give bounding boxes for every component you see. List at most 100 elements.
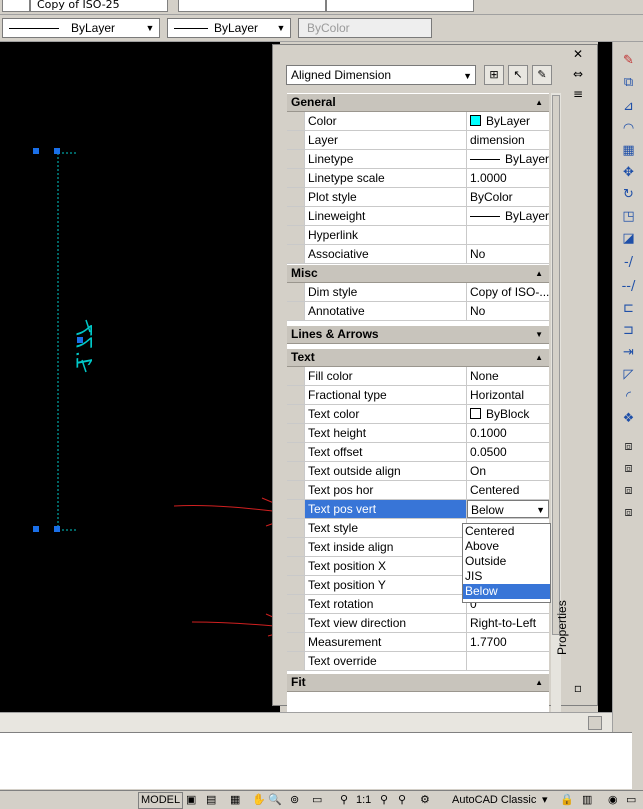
toggle-pickadd-icon[interactable]: ⊞ <box>484 65 504 85</box>
break-icon[interactable]: ⊐ <box>620 322 637 339</box>
dropdown-option[interactable]: Centered <box>463 524 550 539</box>
quickview-drawings-icon[interactable]: ▦ <box>230 791 240 809</box>
rotate-icon[interactable]: ↻ <box>620 186 637 203</box>
collapse-icon[interactable]: ▲ <box>535 94 543 111</box>
chevron-down-icon[interactable]: ▼ <box>274 21 288 35</box>
close-icon[interactable]: ✕ <box>569 47 587 61</box>
palette-grip-icon[interactable]: ▫ <box>569 681 587 695</box>
property-row[interactable]: Text height 0.1000 <box>287 424 549 443</box>
palette-menu-icon[interactable]: ≡ <box>569 87 587 101</box>
property-row[interactable]: Associative No <box>287 245 549 264</box>
property-value[interactable]: No <box>467 245 549 263</box>
collapse-icon[interactable]: ▲ <box>535 674 543 691</box>
property-row[interactable]: Lineweight ByLayer <box>287 207 549 226</box>
steering-wheel-icon[interactable]: ⊚ <box>290 791 299 809</box>
text-pos-vert-dropdown-list[interactable]: Centered Above Outside JIS Below <box>462 523 551 603</box>
property-value[interactable]: Centered <box>467 481 549 499</box>
pan-icon[interactable]: ✋ <box>252 791 266 809</box>
property-value[interactable]: Below ▼ <box>467 500 549 518</box>
property-value[interactable] <box>467 652 549 670</box>
fillet-icon[interactable]: ◜ <box>620 388 637 405</box>
property-row[interactable]: Text pos vert Below ▼ <box>287 500 549 519</box>
collapse-icon[interactable]: ▲ <box>535 349 543 366</box>
layout-icon[interactable]: ▣ <box>186 791 196 809</box>
scroll-right-button[interactable] <box>588 716 602 730</box>
chamfer-icon[interactable]: ◸ <box>620 366 637 383</box>
quickview-layouts-icon[interactable]: ▤ <box>206 791 216 809</box>
scrollbar-thumb[interactable] <box>552 95 560 635</box>
property-row[interactable]: Text offset 0.0500 <box>287 443 549 462</box>
property-row[interactable]: Text view direction Right-to-Left <box>287 614 549 633</box>
hardware-accel-icon[interactable]: ▥ <box>582 791 592 809</box>
workspace-switch-icon[interactable]: ⚙ <box>420 791 430 809</box>
extend-icon[interactable]: --/ <box>620 278 637 295</box>
lock-icon[interactable]: 🔒 <box>560 791 574 809</box>
erase-icon[interactable]: ✎ <box>620 52 637 69</box>
property-value[interactable]: On <box>467 462 549 480</box>
auto-scale-icon[interactable]: ⚲ <box>398 791 406 809</box>
command-line[interactable] <box>0 732 632 789</box>
model-space-button[interactable]: MODEL <box>138 792 184 809</box>
section-general[interactable]: General ▲ <box>287 93 549 112</box>
dropdown-option[interactable]: Above <box>463 539 550 554</box>
scale-icon[interactable]: ◳ <box>620 208 637 225</box>
property-value[interactable]: 0.1000 <box>467 424 549 442</box>
linetype-combo[interactable]: ByLayer ▼ <box>167 18 291 38</box>
property-row[interactable]: Text outside align On <box>287 462 549 481</box>
dimstyle-combo[interactable]: Copy of ISO-25 <box>30 0 168 12</box>
stretch-icon[interactable]: ◪ <box>620 230 637 247</box>
property-row[interactable]: Text color ByBlock <box>287 405 549 424</box>
copy-icon[interactable]: ⧉ <box>620 74 637 91</box>
property-row[interactable]: Text override <box>287 652 549 671</box>
trim-icon[interactable]: -/ <box>620 254 637 271</box>
property-row[interactable]: Hyperlink <box>287 226 549 245</box>
grip-handle[interactable] <box>54 526 60 532</box>
property-value[interactable]: ByLayer <box>467 150 549 168</box>
property-row[interactable]: Fill color None <box>287 367 549 386</box>
send-back-icon[interactable]: ⧈ <box>620 482 637 499</box>
property-row[interactable]: Layer dimension <box>287 131 549 150</box>
dropdown-option[interactable]: JIS <box>463 569 550 584</box>
property-row[interactable]: Linetype ByLayer <box>287 150 549 169</box>
chevron-down-icon[interactable]: ▼ <box>536 501 545 517</box>
property-row[interactable]: Color ByLayer <box>287 112 549 131</box>
property-value[interactable]: No <box>467 302 549 320</box>
explode-icon[interactable]: ❖ <box>620 410 637 427</box>
collapse-icon[interactable]: ▲ <box>535 265 543 282</box>
annotation-scale-value[interactable]: 1:1 <box>356 791 371 809</box>
property-value[interactable]: ByLayer <box>467 207 549 225</box>
object-type-select[interactable]: Aligned Dimension ▼ <box>286 65 476 85</box>
grip-handle[interactable] <box>33 148 39 154</box>
property-row[interactable]: Plot style ByColor <box>287 188 549 207</box>
property-value[interactable]: Copy of ISO-... <box>467 283 549 301</box>
draworder-icon[interactable]: ⧈ <box>620 438 637 455</box>
color-combo[interactable]: ByLayer ▼ <box>2 18 160 38</box>
move-icon[interactable]: ✥ <box>620 164 637 181</box>
section-misc[interactable]: Misc ▲ <box>287 264 549 283</box>
section-text[interactable]: Text ▲ <box>287 348 549 367</box>
clean-screen-icon[interactable]: ▭ <box>626 791 636 809</box>
select-objects-icon[interactable]: ↖ <box>508 65 528 85</box>
property-value[interactable] <box>467 226 549 244</box>
property-row[interactable]: Fractional type Horizontal <box>287 386 549 405</box>
workspace-chevron-icon[interactable]: ▾ <box>542 791 548 809</box>
chevron-down-icon[interactable]: ▼ <box>143 21 157 35</box>
bring-front-icon[interactable]: ⧈ <box>620 460 637 477</box>
text-front-icon[interactable]: ⧈ <box>620 504 637 521</box>
property-value[interactable]: Right-to-Left <box>467 614 549 632</box>
offset-icon[interactable]: ◠ <box>620 120 637 137</box>
dropdown-option[interactable]: Outside <box>463 554 550 569</box>
drawing-hscrollbar[interactable] <box>0 712 612 733</box>
property-row[interactable]: Measurement 1.7700 <box>287 633 549 652</box>
join-icon[interactable]: ⇥ <box>620 344 637 361</box>
property-row[interactable]: Dim style Copy of ISO-... <box>287 283 549 302</box>
property-row[interactable]: Annotative No <box>287 302 549 321</box>
expand-icon[interactable]: ▼ <box>535 326 543 343</box>
property-value[interactable]: 1.0000 <box>467 169 549 187</box>
workspace-name[interactable]: AutoCAD Classic <box>452 791 536 809</box>
mirror-icon[interactable]: ⊿ <box>620 98 637 115</box>
array-icon[interactable]: ▦ <box>620 142 637 159</box>
chevron-down-icon[interactable]: ▼ <box>463 67 472 85</box>
quick-select-icon[interactable]: ✎ <box>532 65 552 85</box>
property-value[interactable]: dimension <box>467 131 549 149</box>
